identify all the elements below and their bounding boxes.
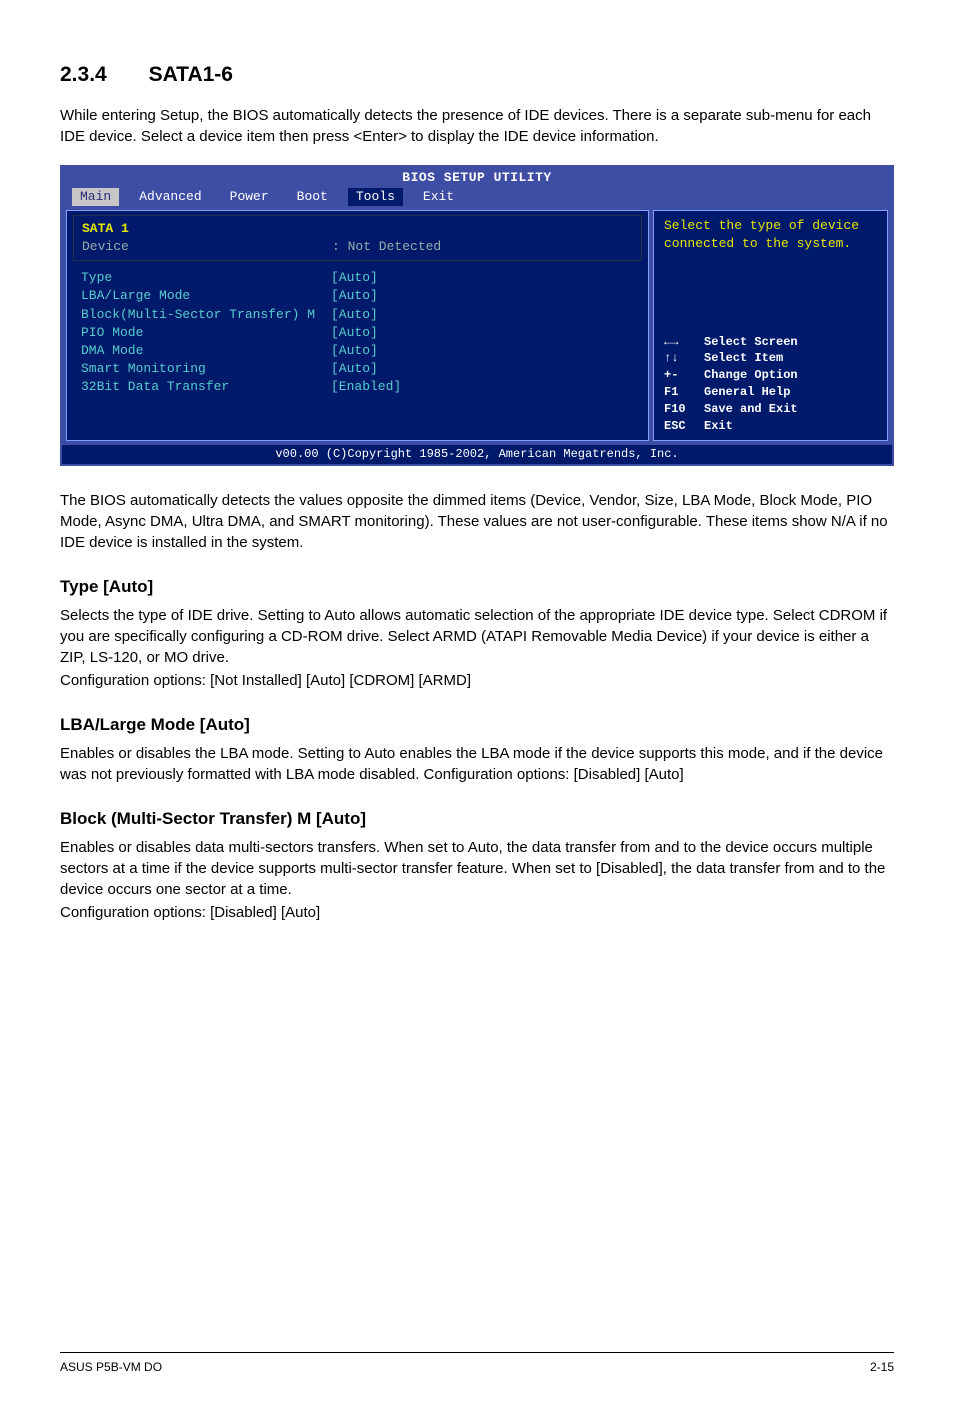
bios-item-row[interactable]: 32Bit Data Transfer [Enabled] <box>81 378 634 396</box>
bios-help-text: Select the type of device connected to t… <box>664 217 877 253</box>
help-key: ←→ <box>664 334 704 351</box>
bios-tab-bar: Main Advanced Power Boot Tools Exit <box>62 188 892 210</box>
help-key: ↑↓ <box>664 350 704 367</box>
help-key-desc: General Help <box>704 384 790 401</box>
help-key-row: ESCExit <box>664 418 877 435</box>
help-key-row: F10Save and Exit <box>664 401 877 418</box>
bios-title: BIOS SETUP UTILITY <box>62 167 892 187</box>
bios-item-value: [Auto] <box>331 269 451 287</box>
tab-tools[interactable]: Tools <box>348 188 403 206</box>
bios-device-value: : Not Detected <box>332 238 441 256</box>
intro-paragraph: While entering Setup, the BIOS automatic… <box>60 105 894 147</box>
section-number: 2.3.4 <box>60 60 107 89</box>
bios-item-label: Block(Multi-Sector Transfer) M <box>81 306 331 324</box>
type-config: Configuration options: [Not Installed] [… <box>60 670 894 691</box>
help-key-desc: Select Item <box>704 350 783 367</box>
bios-footer: v00.00 (C)Copyright 1985-2002, American … <box>62 445 892 464</box>
help-key: +- <box>664 367 704 384</box>
bios-item-label: LBA/Large Mode <box>81 287 331 305</box>
type-heading: Type [Auto] <box>60 575 894 599</box>
bios-item-value: [Auto] <box>331 360 451 378</box>
bios-item-value: [Auto] <box>331 324 451 342</box>
bios-item-value: [Auto] <box>331 287 451 305</box>
bios-device-box: SATA 1 Device : Not Detected <box>73 215 642 261</box>
help-key-row: ↑↓Select Item <box>664 350 877 367</box>
lba-heading: LBA/Large Mode [Auto] <box>60 713 894 737</box>
type-body: Selects the type of IDE drive. Setting t… <box>60 605 894 668</box>
bios-help-keys: ←→Select Screen ↑↓Select Item +-Change O… <box>664 334 877 435</box>
bios-body: SATA 1 Device : Not Detected Type [Auto]… <box>62 210 892 446</box>
lba-body: Enables or disables the LBA mode. Settin… <box>60 743 894 785</box>
bios-item-label: Smart Monitoring <box>81 360 331 378</box>
help-key-row: F1General Help <box>664 384 877 401</box>
page-footer: ASUS P5B-VM DO 2-15 <box>60 1352 894 1376</box>
bios-right-panel: Select the type of device connected to t… <box>653 210 888 442</box>
section-title: SATA1-6 <box>149 63 233 86</box>
help-key-row: ←→Select Screen <box>664 334 877 351</box>
post-bios-paragraph: The BIOS automatically detects the value… <box>60 490 894 553</box>
footer-left: ASUS P5B-VM DO <box>60 1359 162 1376</box>
help-key-desc: Save and Exit <box>704 401 798 418</box>
help-key-desc: Select Screen <box>704 334 798 351</box>
bios-item-value: [Auto] <box>331 306 451 324</box>
help-key: F1 <box>664 384 704 401</box>
bios-item-value: [Enabled] <box>331 378 451 396</box>
bios-item-label: PIO Mode <box>81 324 331 342</box>
bios-device-label: Device <box>82 238 332 256</box>
help-key: ESC <box>664 418 704 435</box>
bios-left-panel: SATA 1 Device : Not Detected Type [Auto]… <box>66 210 649 442</box>
help-key-desc: Exit <box>704 418 733 435</box>
footer-right: 2-15 <box>870 1359 894 1376</box>
tab-boot[interactable]: Boot <box>289 188 336 206</box>
bios-device-row: Device : Not Detected <box>82 238 633 256</box>
bios-items: Type [Auto] LBA/Large Mode [Auto] Block(… <box>73 267 642 436</box>
tab-exit[interactable]: Exit <box>415 188 462 206</box>
bios-sata-header: SATA 1 <box>82 220 633 238</box>
bios-item-row[interactable]: DMA Mode [Auto] <box>81 342 634 360</box>
bios-item-value: [Auto] <box>331 342 451 360</box>
bios-item-label: Type <box>81 269 331 287</box>
bios-item-row[interactable]: Type [Auto] <box>81 269 634 287</box>
tab-advanced[interactable]: Advanced <box>131 188 209 206</box>
help-key-desc: Change Option <box>704 367 798 384</box>
bios-item-row[interactable]: LBA/Large Mode [Auto] <box>81 287 634 305</box>
block-heading: Block (Multi-Sector Transfer) M [Auto] <box>60 807 894 831</box>
block-config: Configuration options: [Disabled] [Auto] <box>60 902 894 923</box>
bios-setup-utility: BIOS SETUP UTILITY Main Advanced Power B… <box>60 165 894 466</box>
bios-item-row[interactable]: Block(Multi-Sector Transfer) M [Auto] <box>81 306 634 324</box>
help-key-row: +-Change Option <box>664 367 877 384</box>
bios-item-row[interactable]: Smart Monitoring [Auto] <box>81 360 634 378</box>
bios-item-label: DMA Mode <box>81 342 331 360</box>
bios-item-label: 32Bit Data Transfer <box>81 378 331 396</box>
tab-power[interactable]: Power <box>222 188 277 206</box>
section-heading: 2.3.4 SATA1-6 <box>60 60 894 89</box>
help-key: F10 <box>664 401 704 418</box>
tab-main[interactable]: Main <box>72 188 119 206</box>
block-body: Enables or disables data multi-sectors t… <box>60 837 894 900</box>
bios-item-row[interactable]: PIO Mode [Auto] <box>81 324 634 342</box>
